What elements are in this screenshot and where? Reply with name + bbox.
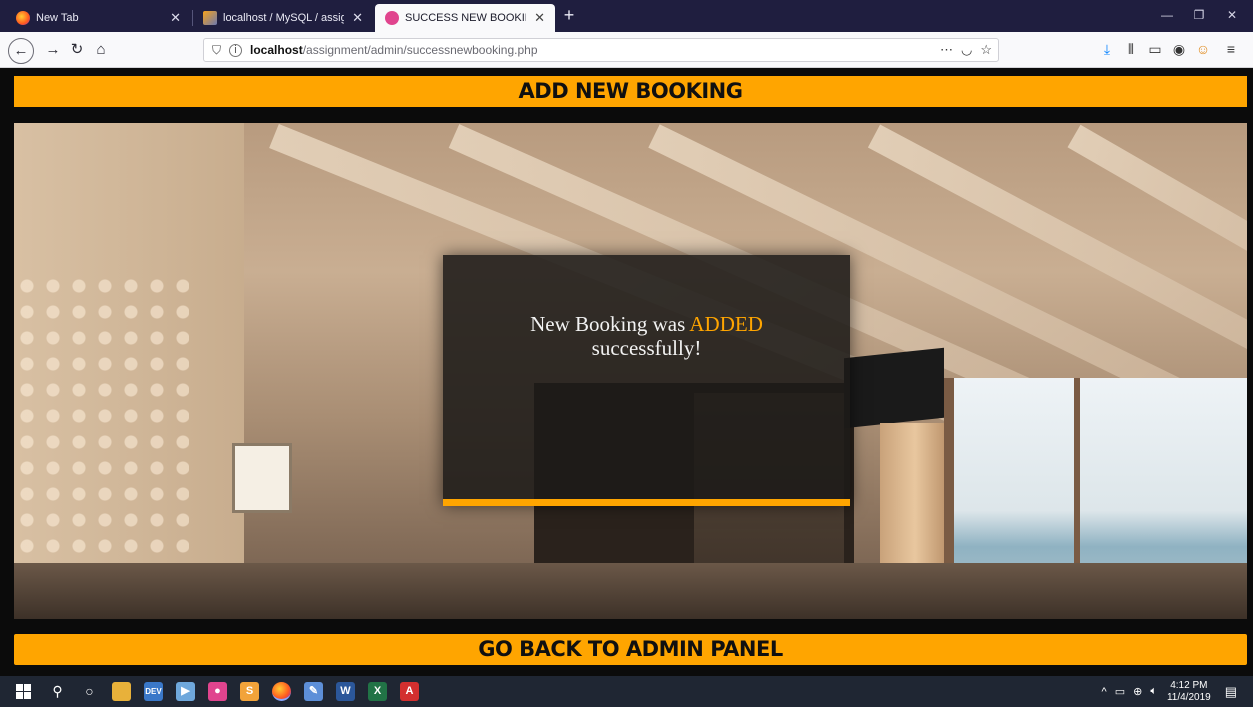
tab-new-tab[interactable]: New Tab ✕ <box>6 4 191 32</box>
sidebar-icon[interactable]: ▭ <box>1144 41 1166 58</box>
word-icon[interactable]: W <box>336 682 355 701</box>
tab-label: localhost / MySQL / assignment <box>223 12 345 24</box>
minimize-icon[interactable]: — <box>1157 8 1177 22</box>
message-prefix: New Booking was <box>530 312 686 336</box>
battery-icon[interactable]: ▭ <box>1115 685 1125 698</box>
page-favicon-icon <box>385 11 399 25</box>
clock-date: 11/4/2019 <box>1166 691 1211 703</box>
system-tray: ^ ▭ ⊕ 🔈︎ 4:12 PM 11/4/2019 ▤ <box>1102 676 1237 707</box>
tab-strip: New Tab ✕ localhost / MySQL / assignment… <box>0 0 1253 32</box>
page-header: ADD NEW BOOKING <box>14 76 1247 107</box>
message-suffix: successfully! <box>591 336 702 360</box>
library-icon[interactable]: ⫴ <box>1120 41 1142 58</box>
close-icon[interactable]: ✕ <box>352 10 363 26</box>
app-icon[interactable]: ● <box>208 682 227 701</box>
chevron-up-icon[interactable]: ^ <box>1102 686 1107 698</box>
hamburger-menu-icon[interactable]: ≡ <box>1220 41 1242 57</box>
pocket-icon[interactable]: ◡ <box>961 42 972 58</box>
url-path: /assignment/admin/successnewbooking.php <box>302 43 538 57</box>
page-actions-menu-icon[interactable]: ⋯ <box>940 42 953 58</box>
address-bar[interactable]: ⛉ i localhost/assignment/admin/successne… <box>203 38 999 62</box>
back-arrow-icon[interactable]: ← <box>8 38 34 64</box>
excel-icon[interactable]: X <box>368 682 387 701</box>
tab-phpmyadmin[interactable]: localhost / MySQL / assignment ✕ <box>193 4 373 32</box>
window-close-icon[interactable]: ✕ <box>1222 8 1242 22</box>
floor <box>14 563 1247 619</box>
url-actions: ⋯ ◡ ☆ <box>940 42 992 58</box>
back-to-admin-panel-button[interactable]: GO BACK TO ADMIN PANEL <box>14 634 1247 665</box>
forward-arrow-icon[interactable]: → <box>42 39 64 61</box>
sublime-text-icon[interactable]: S <box>240 682 259 701</box>
close-icon[interactable]: ✕ <box>534 10 545 26</box>
hanging-lantern <box>232 443 292 513</box>
extension-icon[interactable]: ◉ <box>1168 41 1190 58</box>
url-text[interactable]: localhost/assignment/admin/successnewboo… <box>250 43 538 57</box>
tab-success-new-booking[interactable]: SUCCESS NEW BOOKING ✕ <box>375 4 555 32</box>
windows-taskbar: ⚲ ○ DEV ▶ ● S ✎ W X A ^ ▭ ⊕ 🔈︎ 4:12 PM 1… <box>0 676 1253 707</box>
url-host: localhost <box>250 43 303 57</box>
tab-label: SUCCESS NEW BOOKING <box>405 12 526 24</box>
dev-app-icon[interactable]: DEV <box>144 682 163 701</box>
bookmark-star-icon[interactable]: ☆ <box>980 42 992 58</box>
new-tab-plus-icon[interactable]: + <box>558 5 580 27</box>
restore-icon[interactable]: ❐ <box>1189 8 1209 22</box>
volume-icon[interactable]: 🔈︎ <box>1150 685 1157 698</box>
success-message-box: New Booking was ADDED successfully! <box>443 255 850 506</box>
windows-start-icon[interactable] <box>14 682 33 701</box>
network-globe-icon[interactable]: ⊕ <box>1133 685 1142 698</box>
accent-underline <box>443 499 850 506</box>
firefox-taskbar-icon[interactable] <box>272 682 291 701</box>
phpmyadmin-icon <box>203 11 217 25</box>
reload-icon[interactable]: ↻ <box>66 39 88 61</box>
wall-tv <box>844 347 944 429</box>
clock-time: 4:12 PM <box>1170 679 1208 691</box>
file-explorer-icon[interactable] <box>112 682 131 701</box>
firefox-icon <box>16 11 30 25</box>
avatar-extension-icon[interactable]: ☺ <box>1192 41 1214 57</box>
site-info-icon[interactable]: i <box>229 43 243 57</box>
cortana-icon[interactable]: ○ <box>80 682 99 701</box>
app-icon[interactable]: ✎ <box>304 682 323 701</box>
notifications-icon[interactable]: ▤ <box>1225 684 1237 700</box>
tab-label: New Tab <box>36 12 79 24</box>
tracking-shield-icon[interactable]: ⛉ <box>212 43 221 58</box>
search-icon[interactable]: ⚲ <box>48 682 67 701</box>
acrobat-icon[interactable]: A <box>400 682 419 701</box>
home-icon[interactable]: ⌂ <box>90 39 112 61</box>
app-icon[interactable]: ▶ <box>176 682 195 701</box>
downloads-icon[interactable]: ⤓ <box>1096 41 1118 58</box>
success-message: New Booking was ADDED successfully! <box>443 312 850 360</box>
message-highlight: ADDED <box>689 312 763 336</box>
clock[interactable]: 4:12 PM 11/4/2019 <box>1167 680 1211 704</box>
lattice-pattern <box>14 273 189 553</box>
close-icon[interactable]: ✕ <box>170 10 181 26</box>
navigation-toolbar: ← → ↻ ⌂ ⛉ i localhost/assignment/admin/s… <box>0 32 1253 68</box>
